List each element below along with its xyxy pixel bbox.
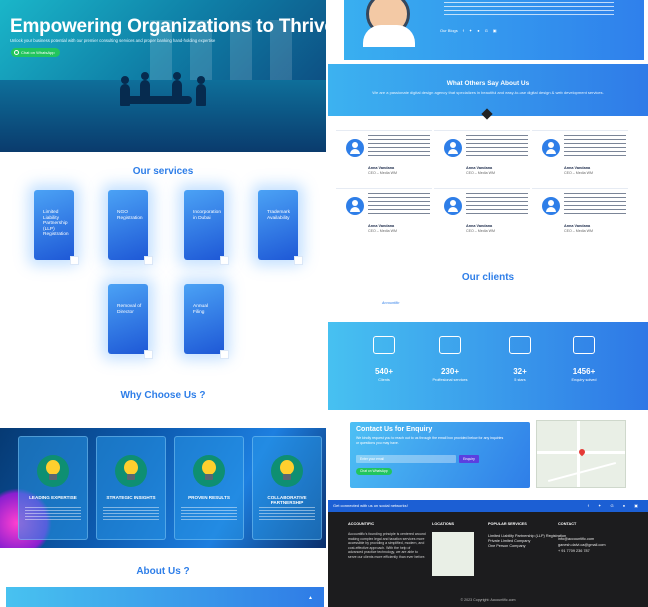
- whatsapp-label: Chat on WhatsApp: [21, 50, 55, 55]
- person-silhouette: [196, 76, 206, 106]
- footer-map[interactable]: [432, 532, 474, 576]
- contact-info: info@accountific.com ganesh.dalvi.ca@gma…: [558, 537, 606, 553]
- contact-form: Contact Us for Enquiry We kindly request…: [350, 422, 530, 488]
- why-card: PROVEN RESULTS: [174, 436, 244, 540]
- facebook-icon[interactable]: f: [463, 28, 464, 33]
- service-card[interactable]: Incorporation in Dubai: [184, 190, 229, 265]
- founder-card: Our Blogs f ✦ ● G ▣: [344, 0, 644, 60]
- stat-services: 230+ Proffesional services: [420, 336, 480, 382]
- client-logo: Accountific: [382, 301, 400, 305]
- whatsapp-button[interactable]: Chat on WhatsApp: [11, 48, 60, 57]
- user-icon: [444, 197, 462, 215]
- hero-subtitle: Unlock your business potential with our …: [10, 38, 216, 43]
- star-rating-icon: [509, 336, 531, 354]
- services-title: Our services: [132, 166, 194, 177]
- testimonial-card: Anna Vandana CEO – Media WM: [336, 130, 432, 180]
- hero-banner: Empowering Organizations to Thrive Unloc…: [0, 0, 326, 152]
- lightbulb-icon: [193, 455, 225, 487]
- email-input[interactable]: Enter your email: [356, 455, 456, 463]
- social-strip: Get connected with us on social networks…: [328, 500, 648, 512]
- person-silhouette: [140, 72, 150, 102]
- lightbulb-icon: [37, 455, 69, 487]
- user-icon: [346, 197, 364, 215]
- user-icon: [444, 139, 462, 157]
- twitter-icon[interactable]: ✦: [469, 28, 472, 33]
- about-title: About Us ?: [136, 566, 190, 577]
- location-map[interactable]: [536, 420, 626, 488]
- enquiry-button[interactable]: Enquiry: [459, 455, 479, 463]
- contact-title: Contact Us for Enquiry: [356, 426, 433, 433]
- user-icon: [542, 197, 560, 215]
- certificate-icon: [373, 336, 395, 354]
- contact-text: We kindly request you to reach out to us…: [356, 436, 504, 445]
- lightbulb-icon: [271, 455, 303, 487]
- page: Empowering Organizations to Thrive Unloc…: [0, 0, 648, 607]
- service-card[interactable]: Removal of Director: [108, 284, 153, 359]
- clients-title: Our clients: [461, 272, 515, 283]
- service-card[interactable]: Trademark Availability: [258, 190, 303, 265]
- testimonials-title: What Others Say About Us: [446, 80, 530, 87]
- stat-enquiries: 1456+ Enquiry solved: [554, 336, 614, 382]
- google-icon[interactable]: G: [485, 28, 488, 33]
- why-card: COLLABORATIVE PARTNERSHIP: [252, 436, 322, 540]
- social-icons[interactable]: f ✦ G ● ▣: [588, 503, 642, 508]
- testimonial-card: Anna Vandana CEO – Media WM: [532, 188, 628, 238]
- testimonial-card: Anna Vandana CEO – Media WM: [434, 130, 530, 180]
- user-icon: [346, 139, 364, 157]
- lightbulb-icon: [115, 455, 147, 487]
- whatsapp-icon: [14, 50, 19, 55]
- right-column: Our Blogs f ✦ ● G ▣ What Others Say Abou…: [328, 0, 648, 607]
- testimonials-subtitle: We are a passionate digital design agenc…: [372, 90, 604, 95]
- linkedin-icon[interactable]: ▣: [493, 28, 497, 33]
- left-column: Empowering Organizations to Thrive Unloc…: [0, 0, 326, 607]
- why-card: LEADING EXPERTISE: [18, 436, 88, 540]
- service-card[interactable]: NGO Registration: [108, 190, 153, 265]
- copyright: © 2023 Copyright: Accountific.com: [460, 598, 516, 602]
- testimonial-card: Anna Vandana CEO – Media WM: [532, 130, 628, 180]
- testimonial-card: Anna Vandana CEO – Media WM: [434, 188, 530, 238]
- why-card: STRATEGIC INSIGHTS: [96, 436, 166, 540]
- why-choose-section: LEADING EXPERTISE STRATEGIC INSIGHTS PRO…: [0, 428, 326, 548]
- person-silhouette: [172, 72, 182, 102]
- github-icon[interactable]: ●: [477, 28, 479, 33]
- service-card[interactable]: Annual Filing: [184, 284, 229, 359]
- person-silhouette: [120, 76, 130, 106]
- stat-stars: 32+ 5 stars: [490, 336, 550, 382]
- social-row: Our Blogs f ✦ ● G ▣: [440, 28, 497, 33]
- about-banner: [6, 587, 324, 607]
- founder-avatar: [363, 0, 415, 47]
- popular-services-list: Limited Liability Partnership (LLP) Regi…: [488, 534, 567, 548]
- why-title: Why Choose Us ?: [120, 390, 206, 401]
- testimonials-banner: What Others Say About Us We are a passio…: [328, 64, 648, 116]
- stat-clients: 540+ Clients: [354, 336, 414, 382]
- service-card[interactable]: Limited Liability Partnership (LLP) Regi…: [34, 190, 79, 265]
- user-icon: [542, 139, 560, 157]
- puzzle-icon: [573, 336, 595, 354]
- whatsapp-button[interactable]: Chat on WhatsApp: [356, 468, 392, 475]
- stats-banner: 540+ Clients 230+ Proffesional services 32…: [328, 322, 648, 410]
- scroll-to-top-button[interactable]: ▲: [306, 594, 315, 603]
- gears-icon: [439, 336, 461, 354]
- testimonial-card: Anna Vandana CEO – Media WM: [336, 188, 432, 238]
- footer: ACCOUNTIFIC Accountific's founding princ…: [328, 512, 648, 607]
- hero-title: Empowering Organizations to Thrive: [10, 16, 326, 37]
